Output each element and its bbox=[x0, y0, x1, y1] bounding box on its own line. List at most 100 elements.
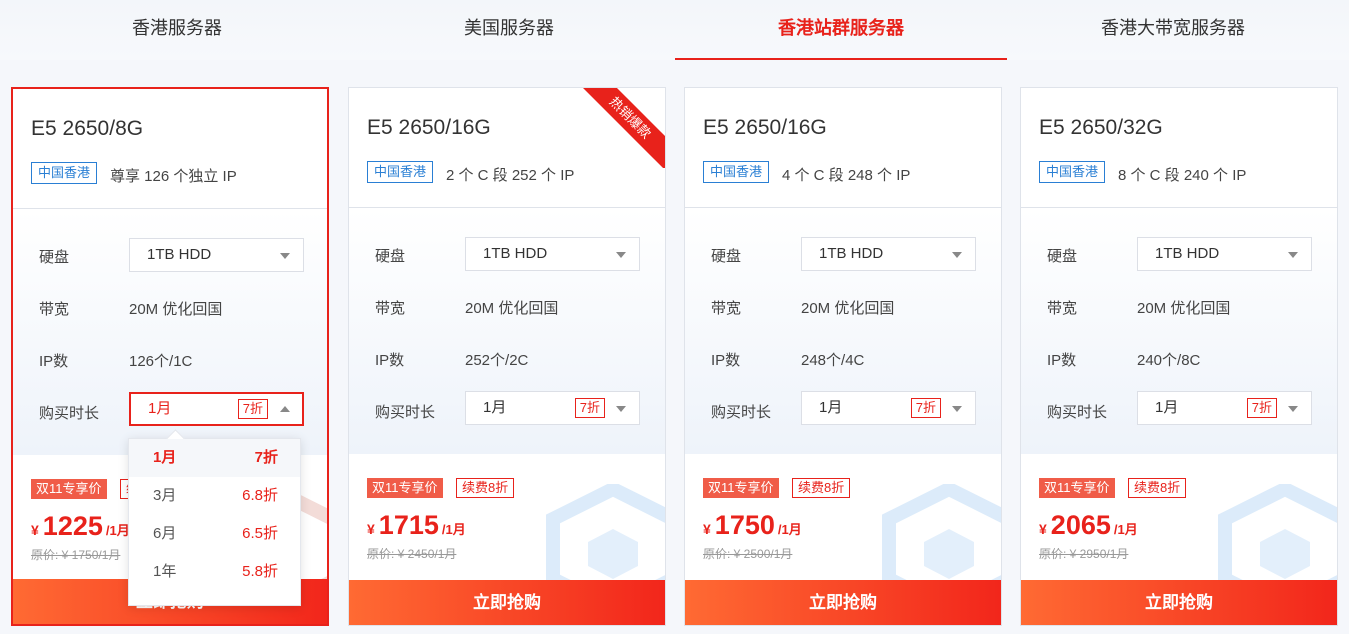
duration-dropdown: 1月 7折 3月 6.8折 6月 6.5折 1年 5.8折 bbox=[128, 438, 301, 606]
duration-option[interactable]: 6月 6.5折 bbox=[129, 515, 300, 553]
promo-tag: 双11专享价 bbox=[703, 478, 779, 498]
duration-select-value: 1月 bbox=[819, 399, 843, 416]
price-area: 双11专享价 续费8折 ¥1750/1月 原价: ¥ 2500/1月 bbox=[685, 454, 1001, 594]
disk-select[interactable]: 1TB HDD bbox=[1137, 237, 1312, 271]
chevron-down-icon bbox=[1288, 406, 1298, 412]
promo-tag: 双11专享价 bbox=[367, 478, 443, 498]
duration-option-label: 3月 bbox=[153, 487, 177, 504]
duration-option-label: 1月 bbox=[153, 449, 177, 466]
disk-select-value: 1TB HDD bbox=[483, 245, 548, 262]
duration-option-label: 6月 bbox=[153, 525, 177, 542]
tab-hk-large-bandwidth-server[interactable]: 香港大带宽服务器 bbox=[1007, 0, 1339, 60]
duration-select-value: 1月 bbox=[148, 400, 172, 417]
duration-option-label: 1年 bbox=[153, 563, 177, 580]
bandwidth-value: 20M 优化回国 bbox=[129, 301, 223, 318]
disk-select[interactable]: 1TB HDD bbox=[465, 237, 640, 271]
ip-count-value: 240个/8C bbox=[1137, 352, 1201, 369]
duration-select[interactable]: 1月 7折 bbox=[801, 391, 976, 425]
duration-option[interactable]: 1月 7折 bbox=[129, 439, 300, 477]
ip-description: 8 个 C 段 240 个 IP bbox=[1118, 167, 1247, 184]
duration-option[interactable]: 1年 5.8折 bbox=[129, 553, 300, 591]
product-card: E5 2650/32G 中国香港 8 个 C 段 240 个 IP 硬盘 1TB… bbox=[1020, 87, 1338, 626]
price-value: 1715 bbox=[378, 510, 439, 540]
buy-now-button[interactable]: 立即抢购 bbox=[1021, 580, 1337, 625]
config-panel: 硬盘 1TB HDD 带宽 20M 优化回国 IP数 240个/8C 购买时长 … bbox=[1021, 209, 1337, 454]
product-title: E5 2650/16G bbox=[367, 116, 491, 139]
duration-label: 购买时长 bbox=[39, 405, 100, 422]
ip-count-label: IP数 bbox=[39, 353, 69, 370]
location-badge: 中国香港 bbox=[367, 161, 434, 183]
hot-sale-ribbon: 热销爆款 bbox=[575, 88, 665, 168]
renew-tag: 续费8折 bbox=[1128, 478, 1187, 498]
duration-option-discount: 6.8折 bbox=[242, 487, 278, 504]
hexagon-watermark-icon bbox=[882, 484, 1001, 594]
price-area: 双11专享价 续费8折 ¥2065/1月 原价: ¥ 2950/1月 bbox=[1021, 454, 1337, 594]
disk-select-value: 1TB HDD bbox=[819, 245, 884, 262]
disk-label: 硬盘 bbox=[1047, 248, 1078, 265]
ip-count-label: IP数 bbox=[1047, 352, 1077, 369]
bandwidth-label: 带宽 bbox=[39, 301, 70, 318]
disk-select[interactable]: 1TB HDD bbox=[801, 237, 976, 271]
price-unit: /1月 bbox=[1113, 522, 1138, 537]
hot-sale-ribbon-label: 热销爆款 bbox=[575, 88, 665, 168]
bandwidth-value: 20M 优化回国 bbox=[801, 300, 895, 317]
currency-symbol: ¥ bbox=[703, 521, 711, 537]
price-value: 2065 bbox=[1050, 510, 1111, 540]
ip-count-value: 248个/4C bbox=[801, 352, 865, 369]
discount-tag: 7折 bbox=[237, 399, 268, 419]
disk-select[interactable]: 1TB HDD bbox=[129, 238, 304, 272]
duration-select[interactable]: 1月 7折 bbox=[465, 391, 640, 425]
price-value: 1225 bbox=[42, 511, 103, 541]
tab-hk-server[interactable]: 香港服务器 bbox=[11, 0, 343, 60]
price: ¥1750/1月 bbox=[703, 510, 802, 541]
buy-now-button[interactable]: 立即抢购 bbox=[349, 580, 665, 625]
price-value: 1750 bbox=[714, 510, 775, 540]
promo-tag: 双11专享价 bbox=[1039, 478, 1115, 498]
price: ¥2065/1月 bbox=[1039, 510, 1138, 541]
location-badge: 中国香港 bbox=[1039, 161, 1106, 183]
server-category-tabs: 香港服务器 美国服务器 香港站群服务器 香港大带宽服务器 bbox=[0, 0, 1349, 60]
bandwidth-value: 20M 优化回国 bbox=[465, 300, 559, 317]
ip-description: 尊享 126 个独立 IP bbox=[110, 168, 237, 185]
product-title: E5 2650/32G bbox=[1039, 116, 1163, 139]
original-price: 原价: ¥ 2450/1月 bbox=[367, 547, 457, 561]
card-header: E5 2650/8G 中国香港 尊享 126 个独立 IP bbox=[13, 89, 327, 209]
duration-label: 购买时长 bbox=[1047, 404, 1108, 421]
chevron-down-icon bbox=[616, 406, 626, 412]
discount-tag: 7折 bbox=[1246, 398, 1277, 418]
currency-symbol: ¥ bbox=[31, 522, 39, 538]
ip-description: 4 个 C 段 248 个 IP bbox=[782, 167, 911, 184]
tab-us-server[interactable]: 美国服务器 bbox=[343, 0, 675, 60]
card-header: E5 2650/16G 中国香港 4 个 C 段 248 个 IP bbox=[685, 88, 1001, 208]
duration-select[interactable]: 1月 7折 bbox=[1137, 391, 1312, 425]
buy-now-button[interactable]: 立即抢购 bbox=[685, 580, 1001, 625]
chevron-down-icon bbox=[952, 406, 962, 412]
ip-count-label: IP数 bbox=[711, 352, 741, 369]
duration-select-value: 1月 bbox=[1155, 399, 1179, 416]
original-price: 原价: ¥ 2500/1月 bbox=[703, 547, 793, 561]
duration-select-value: 1月 bbox=[483, 399, 507, 416]
bandwidth-label: 带宽 bbox=[375, 300, 406, 317]
config-panel: 硬盘 1TB HDD 带宽 20M 优化回国 IP数 252个/2C 购买时长 … bbox=[349, 209, 665, 454]
bandwidth-value: 20M 优化回国 bbox=[1137, 300, 1231, 317]
chevron-down-icon bbox=[952, 252, 962, 258]
product-title: E5 2650/8G bbox=[31, 117, 144, 140]
chevron-up-icon bbox=[280, 406, 290, 412]
location-badge: 中国香港 bbox=[31, 162, 98, 184]
duration-option[interactable]: 3月 6.8折 bbox=[129, 477, 300, 515]
price-unit: /1月 bbox=[777, 522, 802, 537]
disk-select-value: 1TB HDD bbox=[147, 246, 212, 263]
disk-label: 硬盘 bbox=[39, 249, 70, 266]
discount-tag: 7折 bbox=[574, 398, 605, 418]
duration-select[interactable]: 1月 7折 bbox=[129, 392, 304, 426]
currency-symbol: ¥ bbox=[1039, 521, 1047, 537]
ip-description: 2 个 C 段 252 个 IP bbox=[446, 167, 575, 184]
price-unit: /1月 bbox=[441, 522, 466, 537]
hexagon-watermark-icon bbox=[546, 484, 665, 594]
product-card: E5 2650/16G 中国香港 2 个 C 段 252 个 IP 热销爆款 硬… bbox=[348, 87, 666, 626]
tab-hk-station-group-server[interactable]: 香港站群服务器 bbox=[675, 0, 1007, 60]
duration-label: 购买时长 bbox=[711, 404, 772, 421]
chevron-down-icon bbox=[616, 252, 626, 258]
disk-label: 硬盘 bbox=[375, 248, 406, 265]
product-title: E5 2650/16G bbox=[703, 116, 827, 139]
